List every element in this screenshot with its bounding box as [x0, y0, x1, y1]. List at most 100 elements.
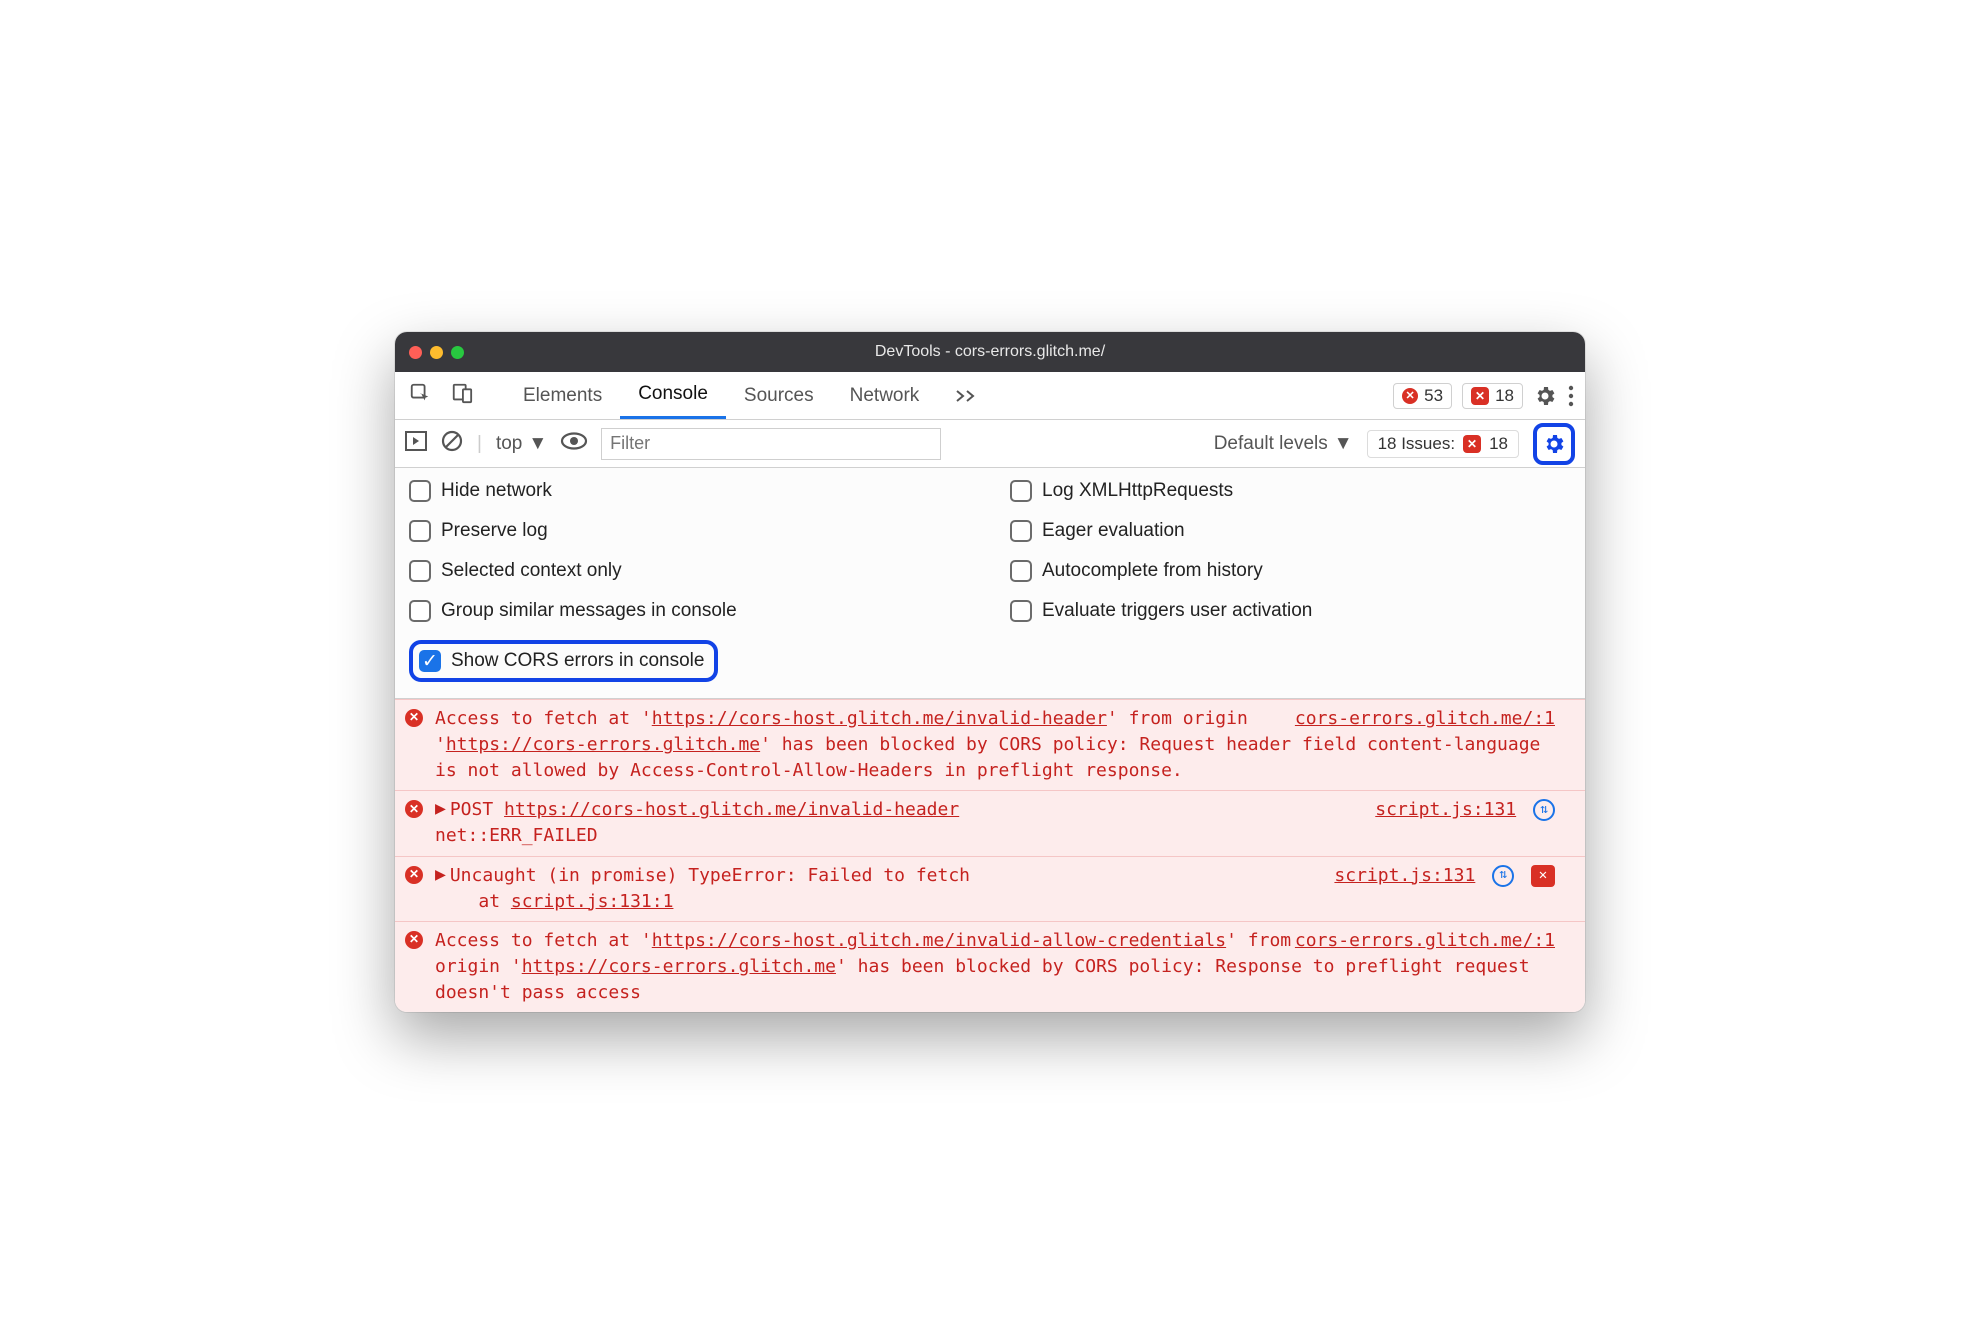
source-link[interactable]: cors-errors.glitch.me/:1	[1295, 930, 1555, 951]
tabs-overflow[interactable]	[937, 372, 995, 419]
tab-label: Console	[638, 383, 708, 405]
error-square-icon: ✕	[1463, 435, 1481, 453]
chevron-down-icon: ▼	[1334, 433, 1353, 455]
device-icon[interactable]	[447, 378, 477, 414]
checkbox-group-similar[interactable]: Group similar messages in console	[409, 600, 970, 622]
source-link[interactable]: cors-errors.glitch.me/:1	[1295, 708, 1555, 729]
context-label: top	[496, 433, 522, 455]
console-toolbar: | top ▼ Default levels ▼ 18 Issues: ✕ 18	[395, 420, 1585, 468]
checkbox-icon	[409, 480, 431, 502]
issues-count: 18	[1495, 386, 1514, 406]
checkbox-autocomplete-history[interactable]: Autocomplete from history	[1010, 560, 1571, 582]
tab-console[interactable]: Console	[620, 372, 726, 419]
issues-label: 18 Issues:	[1378, 434, 1456, 454]
log-entry[interactable]: ✕ cors-errors.glitch.me/:1 Access to fet…	[395, 699, 1585, 790]
console-log-area: ✕ cors-errors.glitch.me/:1 Access to fet…	[395, 699, 1585, 1012]
source-link[interactable]: script.js:131	[1375, 799, 1516, 820]
url-link[interactable]: https://cors-errors.glitch.me	[446, 734, 760, 755]
gear-icon	[1542, 432, 1566, 456]
checkbox-label: Autocomplete from history	[1042, 560, 1263, 582]
error-square-icon: ✕	[1471, 387, 1489, 405]
main-toolbar: Elements Console Sources Network ✕ 53 ✕ …	[395, 372, 1585, 420]
toolbar-right: ✕ 53 ✕ 18	[1393, 383, 1575, 409]
initiator-icon[interactable]: ⇅	[1533, 799, 1555, 821]
log-levels-selector[interactable]: Default levels ▼	[1214, 433, 1353, 455]
checkbox-selected-context[interactable]: Selected context only	[409, 560, 970, 582]
log-text: Uncaught (in promise) TypeError: Failed …	[450, 865, 970, 886]
checkbox-log-xhr[interactable]: Log XMLHttpRequests	[1010, 480, 1571, 502]
filter-input[interactable]	[601, 428, 941, 460]
issues-badge-count: 18	[1489, 434, 1508, 454]
console-settings-highlight	[1533, 423, 1575, 465]
log-text: Access to fetch at '	[435, 930, 652, 951]
errors-count: 53	[1424, 386, 1443, 406]
tab-label: Elements	[523, 385, 602, 407]
checkbox-icon	[1010, 480, 1032, 502]
checkbox-preserve-log[interactable]: Preserve log	[409, 520, 970, 542]
disclosure-triangle-icon[interactable]: ▶	[435, 796, 446, 822]
checkbox-checked-icon: ✓	[419, 650, 441, 672]
console-settings-panel: Hide network Log XMLHttpRequests Preserv…	[395, 468, 1585, 699]
checkbox-icon	[1010, 600, 1032, 622]
panel-tabs: Elements Console Sources Network	[505, 372, 995, 419]
url-link[interactable]: https://cors-host.glitch.me/invalid-allo…	[652, 930, 1226, 951]
log-entry[interactable]: ✕ script.js:131 ⇅ ▶POST https://cors-hos…	[395, 790, 1585, 855]
checkbox-eager-eval[interactable]: Eager evaluation	[1010, 520, 1571, 542]
tab-network[interactable]: Network	[832, 372, 938, 419]
settings-gear-icon[interactable]	[1533, 384, 1557, 408]
tab-label: Network	[850, 385, 920, 407]
checkbox-label: Hide network	[441, 480, 552, 502]
toggle-sidebar-icon[interactable]	[405, 431, 427, 457]
tab-label: Sources	[744, 385, 814, 407]
checkbox-label: Preserve log	[441, 520, 548, 542]
checkbox-icon	[1010, 560, 1032, 582]
log-text: at	[478, 891, 511, 912]
clear-console-icon[interactable]	[441, 430, 463, 458]
checkbox-label: Show CORS errors in console	[451, 650, 704, 672]
net-status: net::ERR_FAILED	[435, 825, 598, 846]
checkbox-show-cors[interactable]: ✓ Show CORS errors in console	[419, 650, 704, 672]
checkbox-label: Log XMLHttpRequests	[1042, 480, 1233, 502]
log-entry[interactable]: ✕ cors-errors.glitch.me/:1 Access to fet…	[395, 921, 1585, 1012]
window-title: DevTools - cors-errors.glitch.me/	[395, 343, 1585, 361]
inspect-icon[interactable]	[405, 378, 435, 414]
url-link[interactable]: https://cors-host.glitch.me/invalid-head…	[504, 799, 959, 820]
log-text: Access to fetch at '	[435, 708, 652, 729]
issue-chip-icon[interactable]: ✕	[1531, 865, 1555, 887]
error-circle-icon: ✕	[405, 800, 423, 818]
checkbox-icon	[409, 520, 431, 542]
log-entry[interactable]: ✕ script.js:131 ⇅ ✕ ▶Uncaught (in promis…	[395, 856, 1585, 921]
more-icon[interactable]	[1567, 385, 1575, 407]
chevron-double-right-icon	[955, 389, 977, 403]
initiator-icon[interactable]: ⇅	[1492, 865, 1514, 887]
issues-inline-badge[interactable]: 18 Issues: ✕ 18	[1367, 430, 1519, 458]
tab-elements[interactable]: Elements	[505, 372, 620, 419]
errors-badge[interactable]: ✕ 53	[1393, 383, 1452, 409]
http-method: POST	[450, 799, 493, 820]
checkbox-highlight: ✓ Show CORS errors in console	[409, 640, 718, 682]
checkbox-label: Evaluate triggers user activation	[1042, 600, 1312, 622]
context-selector[interactable]: top ▼	[496, 433, 547, 455]
error-circle-icon: ✕	[405, 709, 423, 727]
error-circle-icon: ✕	[405, 866, 423, 884]
checkbox-icon	[1010, 520, 1032, 542]
disclosure-triangle-icon[interactable]: ▶	[435, 862, 446, 888]
issues-badge[interactable]: ✕ 18	[1462, 383, 1523, 409]
url-link[interactable]: https://cors-errors.glitch.me	[522, 956, 836, 977]
stack-link[interactable]: script.js:131:1	[511, 891, 674, 912]
checkbox-eval-user-activation[interactable]: Evaluate triggers user activation	[1010, 600, 1571, 622]
checkbox-icon	[409, 600, 431, 622]
checkbox-hide-network[interactable]: Hide network	[409, 480, 970, 502]
checkbox-icon	[409, 560, 431, 582]
error-circle-icon: ✕	[405, 931, 423, 949]
tab-sources[interactable]: Sources	[726, 372, 832, 419]
devtools-window: DevTools - cors-errors.glitch.me/ Elemen…	[395, 332, 1585, 1012]
live-expression-icon[interactable]	[561, 432, 587, 456]
url-link[interactable]: https://cors-host.glitch.me/invalid-head…	[652, 708, 1107, 729]
source-link[interactable]: script.js:131	[1334, 865, 1475, 886]
checkbox-label: Selected context only	[441, 560, 622, 582]
checkbox-label: Eager evaluation	[1042, 520, 1185, 542]
console-settings-button[interactable]	[1539, 429, 1569, 459]
error-circle-icon: ✕	[1402, 388, 1418, 404]
chevron-down-icon: ▼	[528, 433, 547, 455]
